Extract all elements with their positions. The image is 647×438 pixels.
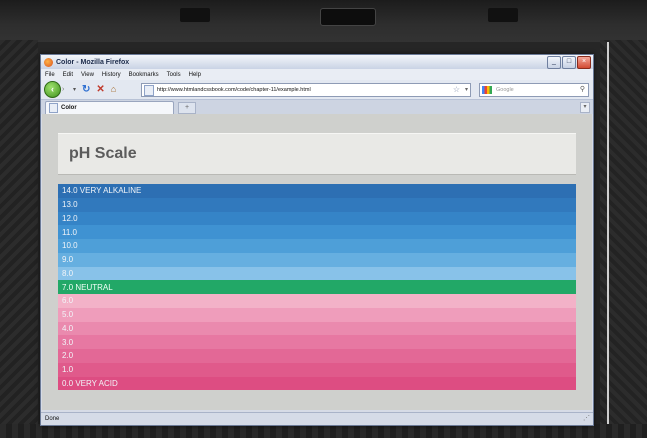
menu-bar: File Edit View History Bookmarks Tools H… (41, 69, 593, 80)
ph-row-label: 10.0 (62, 241, 78, 251)
tab-color[interactable]: Color (45, 101, 174, 114)
ph-row-label: 1.0 (62, 365, 74, 375)
ph-row: 2.0 (58, 349, 576, 363)
ph-row-label: 6.0 (62, 296, 74, 306)
ph-row-label: 3.0 (62, 337, 74, 347)
bezel-knob-right (488, 8, 518, 22)
search-icon[interactable]: ⚲ (580, 84, 585, 96)
reload-icon[interactable]: ↻ (82, 80, 90, 99)
search-bar[interactable]: Google ⚲ (479, 83, 589, 97)
stop-icon[interactable]: ✕ (96, 80, 104, 99)
forward-button[interactable]: › (62, 85, 72, 95)
ph-row-label: 11.0 (62, 227, 77, 237)
bookmark-star-icon[interactable]: ☆ (453, 84, 460, 96)
menu-history[interactable]: History (102, 72, 121, 78)
ph-row: 4.0 (58, 321, 576, 336)
monitor-bezel-bottom (0, 424, 647, 438)
tab-list-button[interactable]: ▾ (580, 102, 590, 113)
ph-row: 11.0 (58, 225, 576, 239)
new-tab-button[interactable]: + (178, 102, 196, 114)
ph-scale: 14.0 VERY ALKALINE 13.0 12.0 11.0 10.0 9.0 8.0… (58, 184, 576, 391)
ph-row: 3.0 (58, 335, 576, 349)
ph-row: 0.0 VERY ACID (58, 376, 576, 391)
window-controls: _ □ × (547, 56, 591, 69)
ph-row: 10.0 (58, 239, 576, 253)
status-text: Done (45, 416, 60, 422)
menu-view[interactable]: View (81, 72, 94, 78)
url-dropdown-icon[interactable]: ▾ (465, 84, 468, 96)
monitor-bezel-top (0, 0, 647, 42)
page-header: pH Scale (58, 133, 576, 175)
bezel-label (320, 8, 376, 26)
monitor-edge-line (607, 42, 609, 434)
ph-row-label: 4.0 (62, 323, 74, 333)
tab-bar: Color + ▾ (41, 100, 593, 114)
ph-row-label: 14.0 VERY ALKALINE (62, 186, 142, 196)
ph-row: 8.0 (58, 266, 576, 281)
ph-row-label: 0.0 VERY ACID (62, 378, 118, 388)
menu-file[interactable]: File (45, 72, 55, 78)
window-title: Color - Mozilla Firefox (56, 58, 130, 66)
ph-row-label: 2.0 (62, 351, 74, 361)
background-wall-left (0, 40, 38, 438)
ph-row-label: 7.0 NEUTRAL (62, 282, 113, 292)
maximize-button[interactable]: □ (562, 56, 576, 69)
navigation-toolbar: ‹ › ▾ ↻ ✕ ⌂ http://www.htmlandcssbook.co… (41, 80, 593, 100)
page-title: pH Scale (69, 145, 137, 162)
ph-row: 12.0 (58, 211, 576, 226)
ph-row-label: 5.0 (62, 310, 74, 320)
address-bar[interactable]: http://www.htmlandcssbook.com/code/chapt… (141, 83, 471, 97)
url-text[interactable]: http://www.htmlandcssbook.com/code/chapt… (157, 87, 311, 93)
ph-row: 13.0 (58, 197, 576, 212)
minimize-button[interactable]: _ (547, 56, 561, 69)
ph-row: 6.0 (58, 294, 576, 308)
title-bar[interactable]: Color - Mozilla Firefox _ □ × (41, 55, 593, 69)
ph-row-label: 13.0 (62, 200, 78, 210)
home-icon[interactable]: ⌂ (111, 80, 116, 99)
menu-bookmarks[interactable]: Bookmarks (129, 72, 159, 78)
menu-edit[interactable]: Edit (63, 72, 73, 78)
tab-label: Color (61, 105, 77, 111)
status-bar: Done ⋰ (41, 412, 593, 425)
history-dropdown-icon[interactable]: ▾ (73, 86, 76, 93)
tab-page-icon (49, 103, 58, 113)
menu-help[interactable]: Help (189, 72, 201, 78)
ph-row-label: 9.0 (62, 255, 74, 265)
ph-row: 9.0 (58, 252, 576, 267)
ph-row: 1.0 (58, 362, 576, 377)
ph-row-label: 8.0 (62, 268, 74, 278)
page-content: pH Scale 14.0 VERY ALKALINE 13.0 12.0 11.0 1… (42, 114, 592, 410)
firefox-icon (44, 57, 53, 67)
ph-row-label: 12.0 (62, 213, 78, 223)
close-button[interactable]: × (577, 56, 591, 69)
ph-row: 5.0 (58, 307, 576, 322)
resize-grip-icon[interactable]: ⋰ (583, 414, 590, 422)
ph-row: 14.0 VERY ALKALINE (58, 184, 576, 198)
back-button[interactable]: ‹ (44, 81, 61, 98)
search-placeholder[interactable]: Google (496, 87, 514, 93)
menu-tools[interactable]: Tools (167, 72, 181, 78)
ph-row: 7.0 NEUTRAL (58, 280, 576, 294)
page-icon (144, 84, 154, 96)
google-icon[interactable] (482, 86, 492, 94)
browser-window: Color - Mozilla Firefox _ □ × File Edit … (40, 54, 594, 426)
bezel-knob-left (180, 8, 210, 22)
